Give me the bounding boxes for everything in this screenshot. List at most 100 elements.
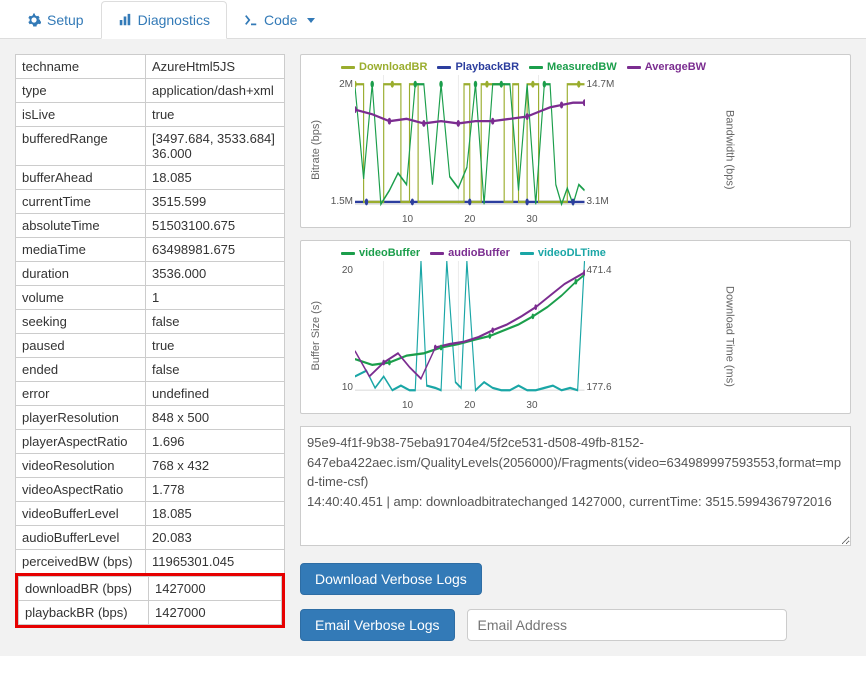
- diag-key: bufferedRange: [16, 127, 146, 166]
- buffer-chart-plot: [355, 261, 585, 411]
- tab-diagnostics-label: Diagnostics: [138, 12, 210, 28]
- log-output[interactable]: [300, 426, 851, 546]
- legend-label: DownloadBR: [359, 61, 427, 73]
- table-row: mediaTime63498981.675: [16, 238, 285, 262]
- legend-item: audioBuffer: [430, 247, 510, 259]
- buffer-chart-ylabel-right: Download Time (ms): [615, 261, 845, 411]
- diag-value: 768 x 432: [146, 454, 285, 478]
- diag-key: videoAspectRatio: [16, 478, 146, 502]
- bar-chart-icon: [118, 13, 132, 27]
- diag-key: audioBufferLevel: [16, 526, 146, 550]
- diag-value: false: [146, 310, 285, 334]
- tab-code[interactable]: Code: [227, 1, 332, 39]
- legend-swatch: [341, 252, 355, 255]
- table-row: bufferAhead18.085: [16, 166, 285, 190]
- table-row: playerAspectRatio1.696: [16, 430, 285, 454]
- table-row: audioBufferLevel20.083: [16, 526, 285, 550]
- diag-key: bufferAhead: [16, 166, 146, 190]
- legend-item: AverageBW: [627, 61, 706, 73]
- table-row: videoAspectRatio1.778: [16, 478, 285, 502]
- diag-value: 3515.599: [146, 190, 285, 214]
- table-row: currentTime3515.599: [16, 190, 285, 214]
- gear-icon: [27, 13, 41, 27]
- bitrate-chart-plot: [355, 75, 585, 225]
- diag-key: ended: [16, 358, 146, 382]
- diag-key: currentTime: [16, 190, 146, 214]
- table-row: pausedtrue: [16, 334, 285, 358]
- bitrate-chart-yticks-right: 14.7M 3.1M: [585, 75, 615, 225]
- diag-key: videoResolution: [16, 454, 146, 478]
- legend-label: MeasuredBW: [547, 61, 617, 73]
- table-row: playerResolution848 x 500: [16, 406, 285, 430]
- table-row: isLivetrue: [16, 103, 285, 127]
- buffer-chart-legend: videoBuffer audioBuffer videoDLTime: [341, 247, 844, 259]
- table-row: perceivedBW (bps)11965301.045: [16, 550, 285, 574]
- diag-key: paused: [16, 334, 146, 358]
- legend-item: videoDLTime: [520, 247, 606, 259]
- table-row: volume1: [16, 286, 285, 310]
- table-row: videoResolution768 x 432: [16, 454, 285, 478]
- buffer-chart-yticks-right: 471.4 177.6: [585, 261, 615, 411]
- legend-item: videoBuffer: [341, 247, 420, 259]
- chevron-down-icon: [307, 18, 315, 23]
- legend-item: DownloadBR: [341, 61, 427, 73]
- legend-label: videoDLTime: [538, 247, 606, 259]
- buffer-chart-xticks: 10 20 30: [355, 400, 585, 411]
- table-row: endedfalse: [16, 358, 285, 382]
- diag-value: 1427000: [149, 601, 282, 625]
- diag-key: playbackBR (bps): [19, 601, 149, 625]
- diag-key: isLive: [16, 103, 146, 127]
- email-logs-button[interactable]: Email Verbose Logs: [300, 609, 455, 641]
- bitrate-chart: DownloadBRPlaybackBRMeasuredBWAverageBW …: [300, 54, 851, 228]
- legend-label: videoBuffer: [359, 247, 420, 259]
- highlighted-rows: downloadBR (bps)1427000playbackBR (bps)1…: [15, 573, 285, 628]
- email-field[interactable]: [467, 609, 787, 641]
- diag-value: 1427000: [149, 577, 282, 601]
- legend-swatch: [341, 66, 355, 69]
- buffer-chart-ylabel-left: Buffer Size (s): [307, 261, 325, 411]
- table-row: playbackBR (bps)1427000: [19, 601, 282, 625]
- diag-value: application/dash+xml: [146, 79, 285, 103]
- legend-item: MeasuredBW: [529, 61, 617, 73]
- legend-swatch: [430, 252, 444, 255]
- diag-value: [3497.684, 3533.684] 36.000: [146, 127, 285, 166]
- diag-value: 11965301.045: [146, 550, 285, 574]
- tab-diagnostics[interactable]: Diagnostics: [101, 1, 227, 39]
- tab-setup-label: Setup: [47, 12, 84, 28]
- legend-swatch: [529, 66, 543, 69]
- tab-setup[interactable]: Setup: [10, 1, 101, 39]
- diag-key: mediaTime: [16, 238, 146, 262]
- legend-item: PlaybackBR: [437, 61, 519, 73]
- legend-swatch: [520, 252, 534, 255]
- table-row: videoBufferLevel18.085: [16, 502, 285, 526]
- bitrate-chart-yticks-left: 2M 1.5M: [325, 75, 355, 225]
- diag-key: techname: [16, 55, 146, 79]
- tab-bar: Setup Diagnostics Code: [0, 0, 866, 39]
- diag-key: playerResolution: [16, 406, 146, 430]
- bitrate-chart-ylabel-right: Bandwidth (bps): [615, 75, 845, 225]
- diag-key: perceivedBW (bps): [16, 550, 146, 574]
- download-logs-button[interactable]: Download Verbose Logs: [300, 563, 482, 595]
- legend-swatch: [627, 66, 641, 69]
- tab-code-label: Code: [264, 12, 297, 28]
- diag-value: false: [146, 358, 285, 382]
- diag-key: playerAspectRatio: [16, 430, 146, 454]
- diag-value: 848 x 500: [146, 406, 285, 430]
- table-row: duration3536.000: [16, 262, 285, 286]
- diag-key: downloadBR (bps): [19, 577, 149, 601]
- diag-value: true: [146, 334, 285, 358]
- diag-value: 51503100.675: [146, 214, 285, 238]
- diag-value: AzureHtml5JS: [146, 55, 285, 79]
- diag-value: 1.778: [146, 478, 285, 502]
- legend-label: audioBuffer: [448, 247, 510, 259]
- diag-key: videoBufferLevel: [16, 502, 146, 526]
- legend-label: PlaybackBR: [455, 61, 519, 73]
- terminal-icon: [244, 13, 258, 27]
- table-row: absoluteTime51503100.675: [16, 214, 285, 238]
- table-row: bufferedRange[3497.684, 3533.684] 36.000: [16, 127, 285, 166]
- table-row: typeapplication/dash+xml: [16, 79, 285, 103]
- legend-swatch: [437, 66, 451, 69]
- diag-value: undefined: [146, 382, 285, 406]
- diag-value: 3536.000: [146, 262, 285, 286]
- buffer-chart: videoBuffer audioBuffer videoDLTime Buffer…: [300, 240, 851, 414]
